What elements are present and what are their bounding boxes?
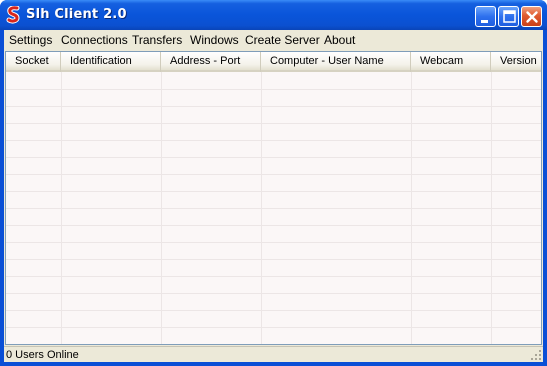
- grid-row-line: [6, 191, 541, 192]
- column-header-address-port[interactable]: Address - Port: [161, 52, 261, 72]
- grid-row-line: [6, 157, 541, 158]
- column-header-computer-user-name[interactable]: Computer - User Name: [261, 52, 411, 72]
- grid-row-line: [6, 225, 541, 226]
- menu-windows[interactable]: Windows: [190, 33, 239, 47]
- grid-row-line: [6, 259, 541, 260]
- grid-row-line: [6, 174, 541, 175]
- menu-connections[interactable]: Connections: [61, 33, 128, 47]
- grid-row-line: [6, 344, 541, 345]
- menu-settings[interactable]: Settings: [9, 33, 52, 47]
- grid-column-line: [261, 72, 262, 344]
- grid-row-line: [6, 242, 541, 243]
- grid-column-line: [61, 72, 62, 344]
- users-list[interactable]: Socket Identification Address - Port Com…: [5, 51, 542, 345]
- app-window: Slh Client 2.0 Settings Connections Tran…: [0, 0, 547, 366]
- column-header-identification[interactable]: Identification: [61, 52, 161, 72]
- grid-row-line: [6, 140, 541, 141]
- grid-row-line: [6, 310, 541, 311]
- list-header: Socket Identification Address - Port Com…: [6, 52, 541, 72]
- grid-row-line: [6, 106, 541, 107]
- title-bar[interactable]: Slh Client 2.0: [0, 0, 547, 30]
- close-icon: [526, 11, 538, 23]
- app-icon[interactable]: [6, 6, 22, 24]
- grid-row-line: [6, 123, 541, 124]
- menu-about[interactable]: About: [324, 33, 355, 47]
- list-rows: [6, 72, 541, 344]
- window-title: Slh Client 2.0: [26, 7, 127, 22]
- grid-row-line: [6, 327, 541, 328]
- status-text: 0 Users Online: [6, 349, 79, 361]
- grid-row-line: [6, 293, 541, 294]
- grid-column-line: [411, 72, 412, 344]
- minimize-button[interactable]: [475, 6, 496, 27]
- menu-transfers[interactable]: Transfers: [132, 33, 182, 47]
- column-header-socket[interactable]: Socket: [6, 52, 61, 72]
- grid-column-line: [491, 72, 492, 344]
- maximize-icon: [503, 10, 516, 23]
- column-header-webcam[interactable]: Webcam: [411, 52, 491, 72]
- column-header-version[interactable]: Version: [491, 52, 541, 72]
- window-client-area: Settings Connections Transfers Windows C…: [4, 30, 543, 362]
- maximize-button[interactable]: [498, 6, 519, 27]
- grid-row-line: [6, 89, 541, 90]
- menu-bar: Settings Connections Transfers Windows C…: [4, 30, 543, 50]
- close-button[interactable]: [521, 6, 542, 27]
- status-bar: 0 Users Online: [4, 346, 543, 362]
- resize-grip-icon[interactable]: [530, 349, 542, 361]
- minimize-icon: [481, 20, 488, 23]
- grid-row-line: [6, 276, 541, 277]
- menu-create-server[interactable]: Create Server: [245, 33, 320, 47]
- grid-row-line: [6, 208, 541, 209]
- grid-column-line: [161, 72, 162, 344]
